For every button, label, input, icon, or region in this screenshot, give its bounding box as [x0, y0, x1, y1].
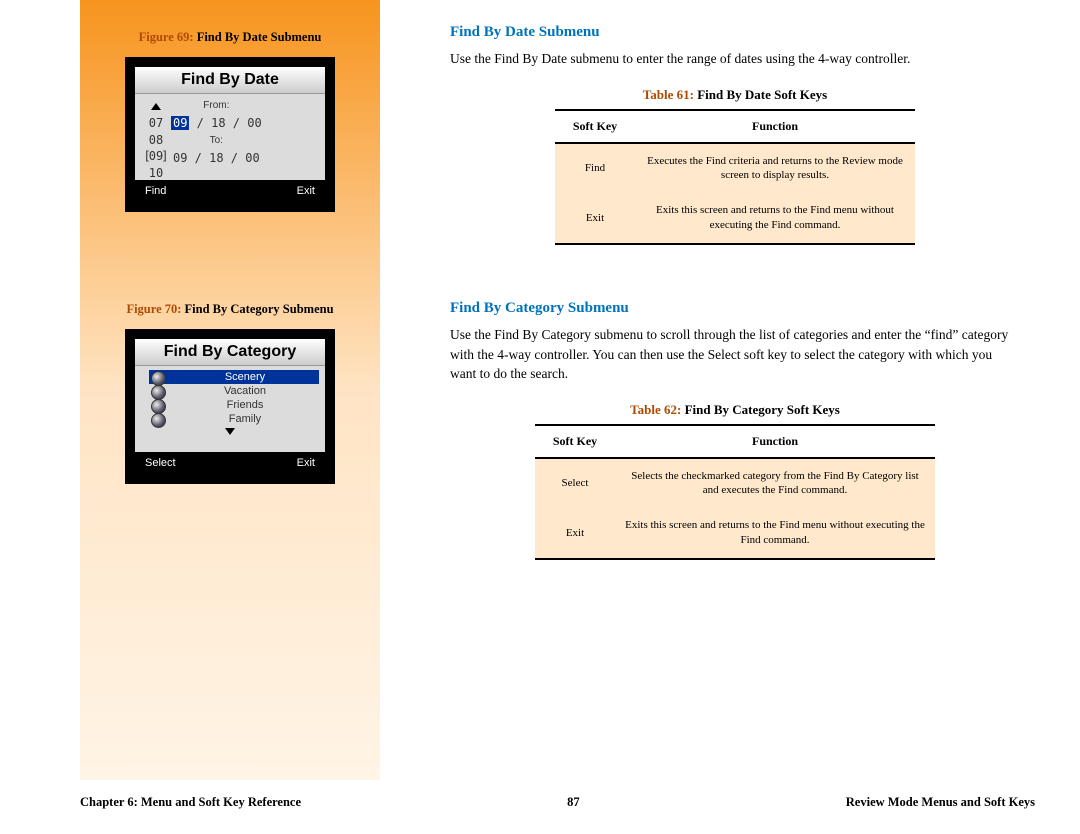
- table-title: Find By Category Soft Keys: [685, 402, 840, 417]
- page-number: 87: [567, 795, 580, 810]
- table-62-caption: Table 62: Find By Category Soft Keys: [450, 402, 1020, 418]
- from-date-highlight: 09: [171, 116, 189, 130]
- softkey-exit[interactable]: Exit: [297, 185, 315, 197]
- col-softkey: Soft Key: [555, 110, 635, 143]
- arrow-down-icon: [225, 426, 235, 438]
- softkey-select[interactable]: Select: [145, 457, 176, 469]
- category-item[interactable]: Friends: [149, 398, 319, 412]
- cell-key: Exit: [535, 508, 615, 559]
- cell-key: Select: [535, 458, 615, 509]
- cell-key: Find: [555, 143, 635, 194]
- table-row: Select Selects the checkmarked category …: [535, 458, 935, 509]
- figure-number: Figure 70:: [126, 302, 181, 316]
- category-item-selected[interactable]: Scenery: [149, 370, 319, 384]
- category-item[interactable]: Vacation: [149, 384, 319, 398]
- col-function: Function: [615, 425, 935, 458]
- section-heading-2: Find By Category Submenu: [450, 300, 1020, 317]
- section-body-2: Use the Find By Category submenu to scro…: [450, 325, 1020, 384]
- figure-number: Figure 69:: [139, 30, 194, 44]
- table-row: Exit Exits this screen and returns to th…: [555, 193, 915, 244]
- screen-find-by-date: Find By Date 07 08 09 10 From: 09 / 18 /…: [125, 57, 335, 212]
- cell-func: Executes the Find criteria and returns t…: [635, 143, 915, 194]
- section-heading-1: Find By Date Submenu: [450, 24, 1020, 41]
- figure-title: Find By Date Submenu: [197, 30, 322, 44]
- screen-body: 07 08 09 10 From: 09 / 18 / 00 To: 09 / …: [135, 94, 325, 180]
- main-content: Find By Date Submenu Use the Find By Dat…: [450, 24, 1020, 590]
- to-date: 09 / 18 / 00: [171, 149, 262, 168]
- screen-title: Find By Date: [135, 67, 325, 94]
- figure-70-caption: Figure 70: Find By Category Submenu: [80, 302, 380, 317]
- figure-title: Find By Category Submenu: [185, 302, 334, 316]
- from-label: From:: [171, 98, 262, 114]
- col-function: Function: [635, 110, 915, 143]
- screen-find-by-category: Find By Category Scenery Vacation Friend…: [125, 329, 335, 484]
- softkey-exit[interactable]: Exit: [297, 457, 315, 469]
- table-row: Find Executes the Find criteria and retu…: [555, 143, 915, 194]
- softkey-bar: Find Exit: [135, 180, 325, 202]
- row-num-selected: 09: [141, 148, 171, 165]
- cell-key: Exit: [555, 193, 635, 244]
- sidebar: Figure 69: Find By Date Submenu Find By …: [80, 0, 380, 780]
- category-item[interactable]: Family: [149, 412, 319, 426]
- screen-title: Find By Category: [135, 339, 325, 366]
- col-softkey: Soft Key: [535, 425, 615, 458]
- date-fields: From: 09 / 18 / 00 To: 09 / 18 / 00: [171, 98, 262, 180]
- footer-right: Review Mode Menus and Soft Keys: [846, 795, 1035, 810]
- row-numbers: 07 08 09 10: [141, 98, 171, 180]
- table-number: Table 61:: [643, 87, 694, 102]
- arrow-up-icon: [151, 99, 161, 113]
- screen-body: Scenery Vacation Friends Family: [135, 366, 325, 442]
- row-num: 07: [141, 115, 171, 132]
- category-list: Scenery Vacation Friends Family: [141, 370, 319, 426]
- table-61-caption: Table 61: Find By Date Soft Keys: [450, 87, 1020, 103]
- table-62: Soft Key Function Select Selects the che…: [535, 424, 935, 560]
- table-number: Table 62:: [630, 402, 681, 417]
- section-body-1: Use the Find By Date submenu to enter th…: [450, 49, 1020, 69]
- cell-func: Exits this screen and returns to the Fin…: [615, 508, 935, 559]
- from-date-rest: / 18 / 00: [189, 116, 261, 130]
- page-footer: Chapter 6: Menu and Soft Key Reference 8…: [80, 795, 1035, 810]
- figure-69-caption: Figure 69: Find By Date Submenu: [80, 30, 380, 45]
- row-num: 08: [141, 132, 171, 149]
- figure-69: Figure 69: Find By Date Submenu Find By …: [80, 30, 380, 212]
- table-title: Find By Date Soft Keys: [697, 87, 827, 102]
- to-label: To:: [171, 133, 262, 149]
- cell-func: Selects the checkmarked category from th…: [615, 458, 935, 509]
- softkey-find[interactable]: Find: [145, 185, 166, 197]
- footer-left: Chapter 6: Menu and Soft Key Reference: [80, 795, 301, 810]
- figure-70: Figure 70: Find By Category Submenu Find…: [80, 302, 380, 484]
- row-num: 10: [141, 165, 171, 180]
- table-61: Soft Key Function Find Executes the Find…: [555, 109, 915, 245]
- softkey-bar: Select Exit: [135, 452, 325, 474]
- cell-func: Exits this screen and returns to the Fin…: [635, 193, 915, 244]
- table-row: Exit Exits this screen and returns to th…: [535, 508, 935, 559]
